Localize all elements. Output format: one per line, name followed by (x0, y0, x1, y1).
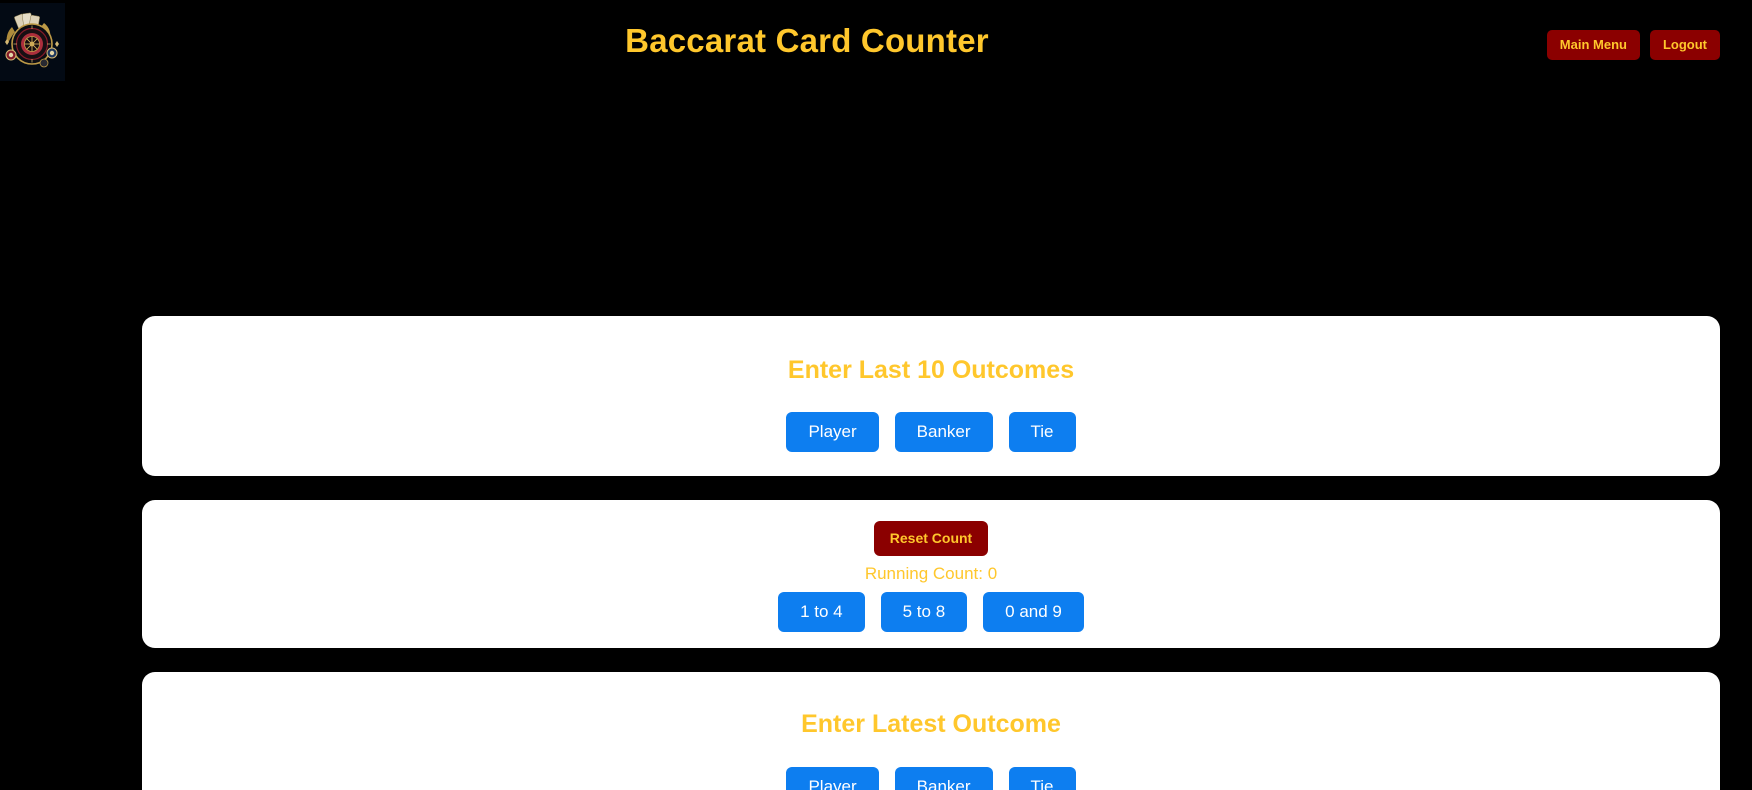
app-header: Baccarat Card Counter Main Menu Logout (0, 0, 1752, 95)
latest-outcome-panel: Enter Latest Outcome Player Banker Tie R… (142, 672, 1720, 790)
reset-count-wrapper: Reset Count (142, 521, 1720, 557)
latest-outcome-player-button[interactable]: Player (786, 767, 879, 790)
latest-outcome-banker-button[interactable]: Banker (894, 767, 993, 790)
card-range-5-to-8-button[interactable]: 5 to 8 (880, 592, 968, 632)
page-title: Baccarat Card Counter (625, 22, 989, 59)
latest-outcome-button-row: Player Banker Tie (142, 767, 1720, 790)
last-outcome-player-button[interactable]: Player (786, 412, 879, 452)
latest-outcome-title: Enter Latest Outcome (801, 710, 1061, 738)
latest-outcome-tie-button[interactable]: Tie (1008, 767, 1076, 790)
count-panel: Reset Count Running Count: 0 1 to 4 5 to… (142, 500, 1720, 648)
main-menu-button[interactable]: Main Menu (1546, 30, 1640, 61)
reset-count-button[interactable]: Reset Count (873, 521, 989, 557)
card-range-0-and-9-button[interactable]: 0 and 9 (983, 592, 1084, 632)
last-outcome-banker-button[interactable]: Banker (894, 412, 993, 452)
card-range-1-to-4-button[interactable]: 1 to 4 (778, 592, 865, 632)
card-range-button-row: 1 to 4 5 to 8 0 and 9 (142, 592, 1720, 632)
last-outcomes-panel: Enter Last 10 Outcomes Player Banker Tie (142, 316, 1720, 476)
running-count-label: Running Count: 0 (864, 564, 998, 584)
header-actions: Main Menu Logout (1546, 30, 1720, 61)
last-outcomes-title: Enter Last 10 Outcomes (787, 356, 1075, 384)
last-outcomes-button-row: Player Banker Tie (142, 412, 1720, 452)
last-outcome-tie-button[interactable]: Tie (1008, 412, 1076, 452)
logout-button[interactable]: Logout (1649, 30, 1720, 61)
